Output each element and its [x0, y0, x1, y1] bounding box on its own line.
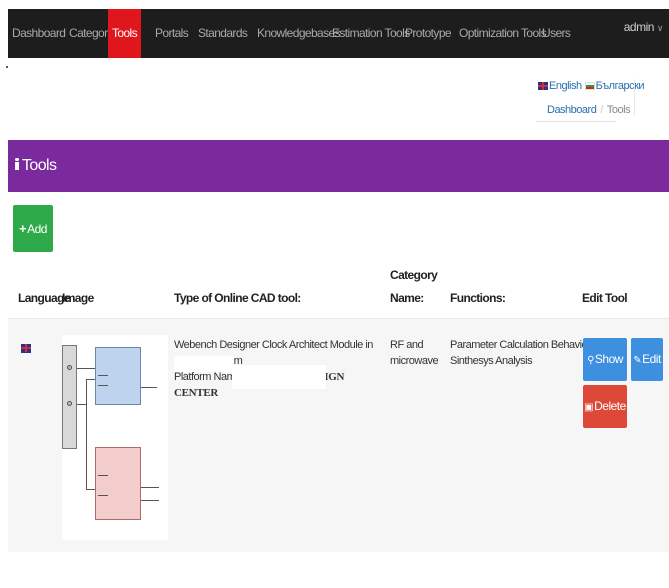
column-header-image: Image: [62, 291, 94, 305]
search-icon: ⚲: [587, 355, 594, 366]
delete-button-label: Delete: [594, 399, 626, 413]
diagram-port: [67, 365, 72, 370]
breadcrumb-current: Tools: [606, 104, 631, 116]
diagram-wire: [98, 385, 108, 386]
diagram-wire: [77, 404, 86, 405]
nav-item-portals[interactable]: Portals: [152, 9, 191, 58]
column-header-category-line1: Category: [390, 268, 438, 282]
diagram-port: [67, 401, 72, 406]
user-icon: [15, 158, 19, 170]
diagram-block-2: [95, 447, 141, 520]
diagram-wire: [141, 500, 159, 501]
trash-icon: ▣: [584, 402, 594, 413]
language-bulgarian-link[interactable]: Български: [596, 80, 645, 92]
breadcrumb-dashboard-link[interactable]: Dashboard: [547, 104, 597, 116]
add-tool-button[interactable]: +Add: [13, 205, 53, 252]
add-button-label: Add: [27, 222, 47, 236]
breadcrumb-separator: /: [600, 104, 603, 116]
plus-icon: +: [19, 221, 27, 236]
delete-button[interactable]: ▣Delete: [583, 385, 627, 428]
language-english-link[interactable]: English: [549, 80, 582, 92]
diagram-wire: [98, 475, 108, 476]
column-header-category-line2: Name:: [390, 291, 424, 305]
tool-functions-line1: Parameter Calculation Behavior: [450, 339, 591, 351]
column-header-category: Category Name:: [390, 267, 438, 306]
nav-item-users[interactable]: Users: [539, 9, 573, 58]
edit-button-label: Edit: [642, 352, 661, 366]
tool-category-line2: microwave: [390, 355, 439, 367]
show-button[interactable]: ⚲Show: [583, 338, 627, 381]
panel-header: Tools: [8, 140, 669, 192]
breadcrumb: Dashboard / Tools: [547, 104, 631, 116]
pencil-icon: ✎: [633, 355, 642, 366]
column-header-functions: Functions:: [450, 291, 506, 305]
blank-box: [232, 365, 326, 389]
show-button-label: Show: [594, 352, 624, 366]
nav-item-estimation-tools[interactable]: Estimation Tools: [329, 9, 413, 58]
divider: [536, 121, 616, 122]
diagram-block-1: [95, 347, 141, 405]
diagram-input-block: [62, 345, 77, 449]
nav-item-dashboard[interactable]: Dashboard: [8, 9, 68, 58]
diagram-wire: [86, 379, 95, 380]
top-navbar: Dashboard Category Tools Portals Standar…: [8, 9, 669, 58]
diagram-wire: [141, 387, 157, 388]
edit-button[interactable]: ✎Edit: [631, 338, 663, 381]
diagram-wire: [98, 495, 108, 496]
tool-image: [62, 335, 168, 540]
user-name: admin: [623, 20, 655, 34]
bulgaria-flag-icon: [584, 82, 595, 90]
diagram-wire: [77, 368, 95, 369]
tool-category: RF and microwave: [390, 337, 439, 369]
diagram-wire: [141, 487, 159, 488]
tool-functions: Parameter Calculation Behavior Sinthesys…: [450, 337, 591, 369]
column-header-type: Type of Online CAD tool:: [174, 291, 301, 305]
uk-flag-icon: [538, 82, 548, 90]
nav-item-optimization-tools[interactable]: Optimization Tools: [456, 9, 549, 58]
chevron-down-icon: ∨: [656, 23, 664, 33]
nav-item-tools[interactable]: Tools: [108, 9, 141, 58]
tool-category-line1: RF and: [390, 339, 424, 351]
divider: [634, 79, 635, 116]
language-switcher: English Български: [538, 80, 645, 92]
uk-flag-icon: [21, 344, 31, 353]
column-header-edit-tool: Edit Tool: [582, 291, 628, 305]
diagram-wire: [86, 379, 87, 489]
divider-dot: [6, 66, 8, 68]
user-menu[interactable]: admin ∨: [623, 9, 664, 45]
diagram-wire: [98, 375, 108, 376]
nav-item-standards[interactable]: Standards: [195, 9, 250, 58]
tool-functions-line2: Sinthesys Analysis: [450, 355, 533, 367]
diagram-wire: [86, 489, 95, 490]
blank-box: [174, 356, 234, 372]
page-title: Tools: [22, 157, 57, 174]
nav-item-prototype[interactable]: Prototype: [402, 9, 454, 58]
